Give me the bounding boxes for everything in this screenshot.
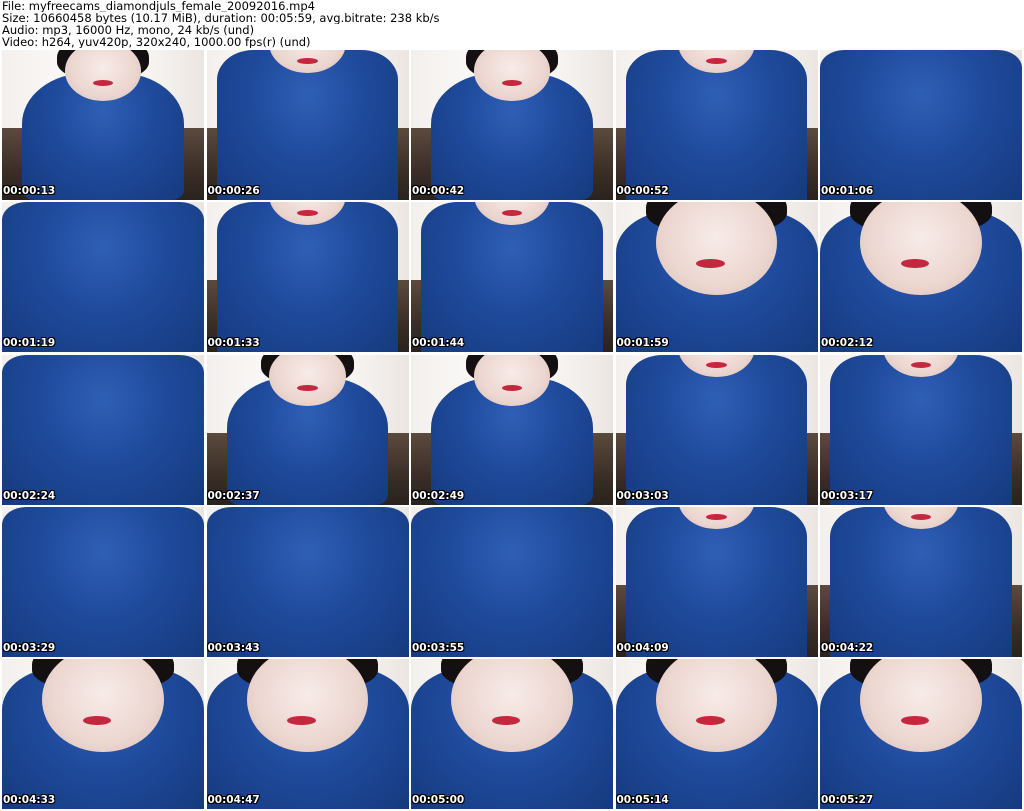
video-frame-thumbnail: 00:03:55 (411, 506, 613, 657)
frame-person-sweater (216, 50, 399, 200)
frame-person-sweater (206, 506, 409, 657)
frame-timestamp: 00:01:19 (3, 337, 56, 350)
video-frame-thumbnail: 00:01:19 (2, 202, 204, 353)
frame-person-sweater (2, 354, 204, 505)
frame-person-sweater (830, 506, 1012, 657)
frame-timestamp: 00:00:42 (412, 185, 465, 197)
file-size-line: Size: 10660458 bytes (10.17 MiB), durati… (2, 12, 440, 24)
frame-timestamp: 00:04:47 (207, 794, 260, 806)
video-frame-thumbnail: 00:03:43 (206, 506, 409, 657)
frame-timestamp: 00:02:49 (412, 489, 465, 502)
frame-person-sweater (830, 354, 1012, 505)
frame-person-lips (501, 80, 523, 86)
frame-timestamp: 00:04:09 (616, 641, 669, 654)
frame-timestamp: 00:05:00 (412, 794, 465, 806)
video-frame-thumbnail: 00:01:59 (615, 202, 818, 353)
video-frame-thumbnail: 00:03:03 (615, 354, 818, 505)
video-frame-thumbnail: 00:03:17 (820, 354, 1022, 505)
frame-person-lips (900, 716, 930, 725)
video-frame-thumbnail: 00:00:52 (615, 50, 818, 200)
frame-timestamp: 00:02:12 (821, 337, 874, 350)
video-frame-thumbnail: 00:04:33 (2, 659, 204, 809)
video-frame-thumbnail: 00:01:33 (206, 202, 409, 353)
video-frame-thumbnail: 00:02:37 (206, 354, 409, 505)
frame-person-sweater (820, 50, 1022, 200)
frame-person-lips (92, 80, 114, 86)
video-frame-thumbnail: 00:02:24 (2, 354, 204, 505)
video-info-line: Video: h264, yuv420p, 320x240, 1000.00 f… (2, 36, 311, 48)
video-frame-thumbnail: 00:01:44 (411, 202, 613, 353)
frame-person-lips (297, 209, 318, 216)
video-frame-thumbnail: 00:00:42 (411, 50, 613, 200)
frame-person-sweater (411, 506, 613, 657)
frame-person-sweater (625, 354, 808, 505)
frame-timestamp: 00:03:03 (616, 489, 669, 502)
frame-timestamp: 00:05:27 (821, 794, 874, 806)
frame-timestamp: 00:01:59 (616, 337, 669, 350)
video-frame-thumbnail: 00:05:00 (411, 659, 613, 809)
frame-person-sweater (625, 506, 808, 657)
frame-timestamp: 00:01:06 (821, 185, 874, 197)
frame-person-sweater (421, 202, 603, 353)
frame-person-lips (287, 716, 316, 725)
frame-person-lips (82, 716, 112, 725)
video-frame-thumbnail: 00:04:22 (820, 506, 1022, 657)
video-frame-thumbnail: 00:00:13 (2, 50, 204, 200)
frame-person-lips (706, 57, 727, 64)
video-frame-thumbnail: 00:02:49 (411, 354, 613, 505)
frame-timestamp: 00:00:52 (616, 185, 669, 197)
frame-person-sweater (2, 202, 204, 353)
frame-person-lips (297, 384, 318, 391)
frame-timestamp: 00:03:55 (412, 641, 465, 654)
thumbnail-grid: 00:00:13 00:00:26 00:00:42 00:00:52 00:01:06… (2, 50, 1022, 809)
frame-timestamp: 00:03:43 (207, 641, 260, 654)
frame-timestamp: 00:05:14 (616, 794, 669, 806)
video-frame-thumbnail: 00:01:06 (820, 50, 1022, 200)
frame-person-sweater (2, 506, 204, 657)
file-info-header: File: myfreecams_diamondjuls_female_2009… (0, 0, 1024, 50)
frame-person-lips (491, 716, 521, 725)
frame-person-lips (910, 362, 932, 368)
frame-person-lips (501, 384, 523, 391)
frame-timestamp: 00:01:44 (412, 337, 465, 350)
frame-timestamp: 00:03:17 (821, 489, 874, 502)
frame-timestamp: 00:00:26 (207, 185, 260, 197)
frame-timestamp: 00:03:29 (3, 641, 56, 654)
video-frame-thumbnail: 00:00:26 (206, 50, 409, 200)
frame-person-lips (706, 362, 727, 368)
video-frame-thumbnail: 00:04:09 (615, 506, 818, 657)
file-name-line: File: myfreecams_diamondjuls_female_2009… (2, 0, 315, 12)
frame-timestamp: 00:00:13 (3, 185, 56, 197)
video-frame-thumbnail: 00:04:47 (206, 659, 409, 809)
video-frame-thumbnail: 00:02:12 (820, 202, 1022, 353)
frame-person-sweater (625, 50, 808, 200)
video-frame-thumbnail: 00:05:14 (615, 659, 818, 809)
video-frame-thumbnail: 00:05:27 (820, 659, 1022, 809)
audio-info-line: Audio: mp3, 16000 Hz, mono, 24 kb/s (und… (2, 24, 255, 36)
frame-timestamp: 00:02:24 (3, 489, 56, 502)
video-frame-thumbnail: 00:03:29 (2, 506, 204, 657)
frame-timestamp: 00:04:22 (821, 641, 874, 654)
frame-timestamp: 00:04:33 (3, 794, 56, 806)
frame-person-lips (501, 209, 523, 216)
frame-person-lips (297, 57, 318, 64)
frame-person-lips (696, 716, 725, 725)
frame-timestamp: 00:01:33 (207, 337, 260, 350)
frame-person-sweater (216, 202, 399, 353)
frame-timestamp: 00:02:37 (207, 489, 260, 502)
